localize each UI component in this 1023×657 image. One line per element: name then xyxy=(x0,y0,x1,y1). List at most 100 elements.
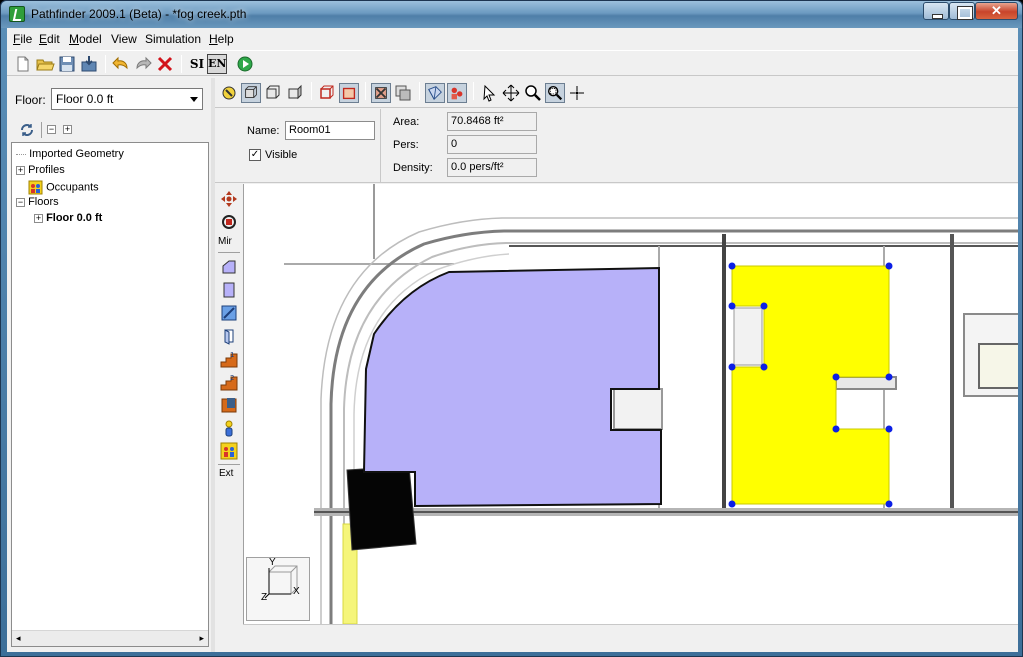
scroll-right-icon[interactable]: ▸ xyxy=(199,633,204,644)
model-canvas[interactable]: Y X Z xyxy=(243,184,1018,624)
minimize-button[interactable] xyxy=(923,2,949,20)
tree-item-label: Profiles xyxy=(28,164,65,176)
en-units-button[interactable]: EN xyxy=(207,54,227,74)
menu-edit[interactable]: Edit xyxy=(39,32,60,46)
add-occupant-icon[interactable] xyxy=(220,419,238,437)
navigation-panel: Floor: Floor 0.0 ft − + Imported Geometr… xyxy=(9,78,211,652)
tree-item-floor-0[interactable]: + Floor 0.0 ft xyxy=(34,212,102,224)
toolbar-separator xyxy=(105,55,106,73)
show-navmesh-icon[interactable] xyxy=(425,83,445,103)
svg-text:2: 2 xyxy=(230,374,234,382)
tree-item-floors[interactable]: − Floors xyxy=(16,196,59,208)
window-title: Pathfinder 2009.1 (Beta) - *fog creek.pt… xyxy=(31,7,247,21)
tree-toolbar-separator xyxy=(41,122,42,138)
menu-help-mnemonic: H xyxy=(209,32,218,46)
room-name-input[interactable]: Room01 xyxy=(285,121,375,140)
properties-divider xyxy=(380,109,381,183)
floor-dropdown[interactable]: Floor 0.0 ft xyxy=(51,88,203,110)
extrude-tool[interactable]: Ext xyxy=(219,468,233,479)
menu-help[interactable]: Help xyxy=(209,32,234,46)
tree-item-imported-geometry[interactable]: Imported Geometry xyxy=(16,148,124,160)
menu-model[interactable]: Model xyxy=(69,32,102,46)
axis-triad-icon xyxy=(264,565,298,599)
undo-icon[interactable] xyxy=(111,54,131,74)
select-pointer-icon[interactable] xyxy=(479,83,499,103)
import-icon[interactable] xyxy=(79,54,99,74)
tools-separator xyxy=(218,464,240,465)
menu-view[interactable]: View xyxy=(111,32,137,46)
expand-all-icon[interactable]: + xyxy=(63,125,72,134)
tree-item-label: Imported Geometry xyxy=(29,148,124,160)
view-front-icon[interactable] xyxy=(285,83,305,103)
tree-item-profiles[interactable]: + Profiles xyxy=(16,164,65,176)
pers-label: Pers: xyxy=(393,139,419,151)
name-label: Name: xyxy=(247,125,280,137)
stairs-down-icon[interactable]: 2 xyxy=(220,373,238,391)
collapse-icon[interactable]: − xyxy=(16,197,25,207)
menu-edit-mnemonic: E xyxy=(39,32,48,46)
status-bar xyxy=(243,624,1018,646)
mirror-tool[interactable]: Mir xyxy=(218,236,232,247)
shaded-icon[interactable] xyxy=(339,83,359,103)
view-top-icon[interactable] xyxy=(263,83,283,103)
floor-plan-drawing[interactable] xyxy=(244,184,1018,624)
wireframe-icon[interactable] xyxy=(317,83,337,103)
tree-toolbar: − + xyxy=(9,120,211,140)
save-disk-icon[interactable] xyxy=(57,54,77,74)
drawing-tools: Mir 1 2 Ext xyxy=(215,184,243,652)
stairs-up-icon[interactable]: 1 xyxy=(220,350,238,368)
tree-connector xyxy=(16,153,26,155)
door-tool-icon[interactable] xyxy=(220,327,238,345)
floor-label: Floor: xyxy=(15,93,46,107)
pan-move-icon[interactable] xyxy=(501,83,521,103)
show-occupants-icon[interactable] xyxy=(447,83,467,103)
split-room-icon[interactable] xyxy=(220,304,238,322)
tree-item-label: Occupants xyxy=(46,181,99,194)
title-bar[interactable]: Pathfinder 2009.1 (Beta) - *fog creek.pt… xyxy=(1,1,1022,28)
redo-icon[interactable] xyxy=(133,54,153,74)
expand-icon[interactable]: + xyxy=(34,213,43,223)
collapse-all-icon[interactable]: − xyxy=(47,125,56,134)
visible-checkbox[interactable]: ✓ xyxy=(249,149,261,161)
show-layers-icon[interactable] xyxy=(393,83,413,103)
toolbar-separator xyxy=(365,82,366,100)
open-folder-icon[interactable] xyxy=(35,54,55,74)
si-units-button[interactable]: SI xyxy=(187,54,207,74)
client-area: File Edit Model View Simulation Help SI … xyxy=(7,28,1018,652)
delete-icon[interactable] xyxy=(155,54,175,74)
rotate-tool-icon[interactable] xyxy=(220,213,238,231)
editor-area: Name: Room01 ✓ Visible Area: 70.8468 ft²… xyxy=(215,78,1018,652)
view-toolbar xyxy=(215,78,1018,108)
run-simulation-icon[interactable] xyxy=(235,54,255,74)
move-tool-icon[interactable] xyxy=(220,190,238,208)
tree-item-occupants[interactable]: Occupants xyxy=(28,180,99,195)
tree-horizontal-scrollbar[interactable]: ◂ ▸ xyxy=(12,630,208,646)
chevron-down-icon xyxy=(190,97,198,102)
menu-file[interactable]: File xyxy=(13,32,32,46)
add-occupant-group-icon[interactable] xyxy=(220,442,238,460)
close-button[interactable] xyxy=(975,2,1018,20)
area-value: 70.8468 ft² xyxy=(447,112,537,131)
elevator-tool-icon[interactable] xyxy=(220,396,238,414)
maximize-button[interactable] xyxy=(949,2,975,20)
menu-simulation[interactable]: Simulation xyxy=(145,32,201,46)
scroll-left-icon[interactable]: ◂ xyxy=(16,633,21,644)
zoom-icon[interactable] xyxy=(523,83,543,103)
svg-text:1: 1 xyxy=(230,351,234,359)
orbit-icon[interactable] xyxy=(567,83,587,103)
toolbar-separator xyxy=(181,55,182,73)
hide-geometry-icon[interactable] xyxy=(371,83,391,103)
tree-sync-icon[interactable] xyxy=(19,122,35,138)
rectangle-room-icon[interactable] xyxy=(220,281,238,299)
view-3d-icon[interactable] xyxy=(241,83,261,103)
main-toolbar: SI EN xyxy=(7,50,1018,76)
polygon-room-icon[interactable] xyxy=(220,258,238,276)
reset-view-icon[interactable] xyxy=(219,83,239,103)
axis-z-label: Z xyxy=(261,592,268,603)
new-file-icon[interactable] xyxy=(13,54,33,74)
density-value: 0.0 pers/ft² xyxy=(447,158,537,177)
zoom-region-icon[interactable] xyxy=(545,83,565,103)
properties-panel: Name: Room01 ✓ Visible Area: 70.8468 ft²… xyxy=(215,109,1018,183)
expand-icon[interactable]: + xyxy=(16,165,25,175)
menu-file-rest: ile xyxy=(20,32,33,46)
